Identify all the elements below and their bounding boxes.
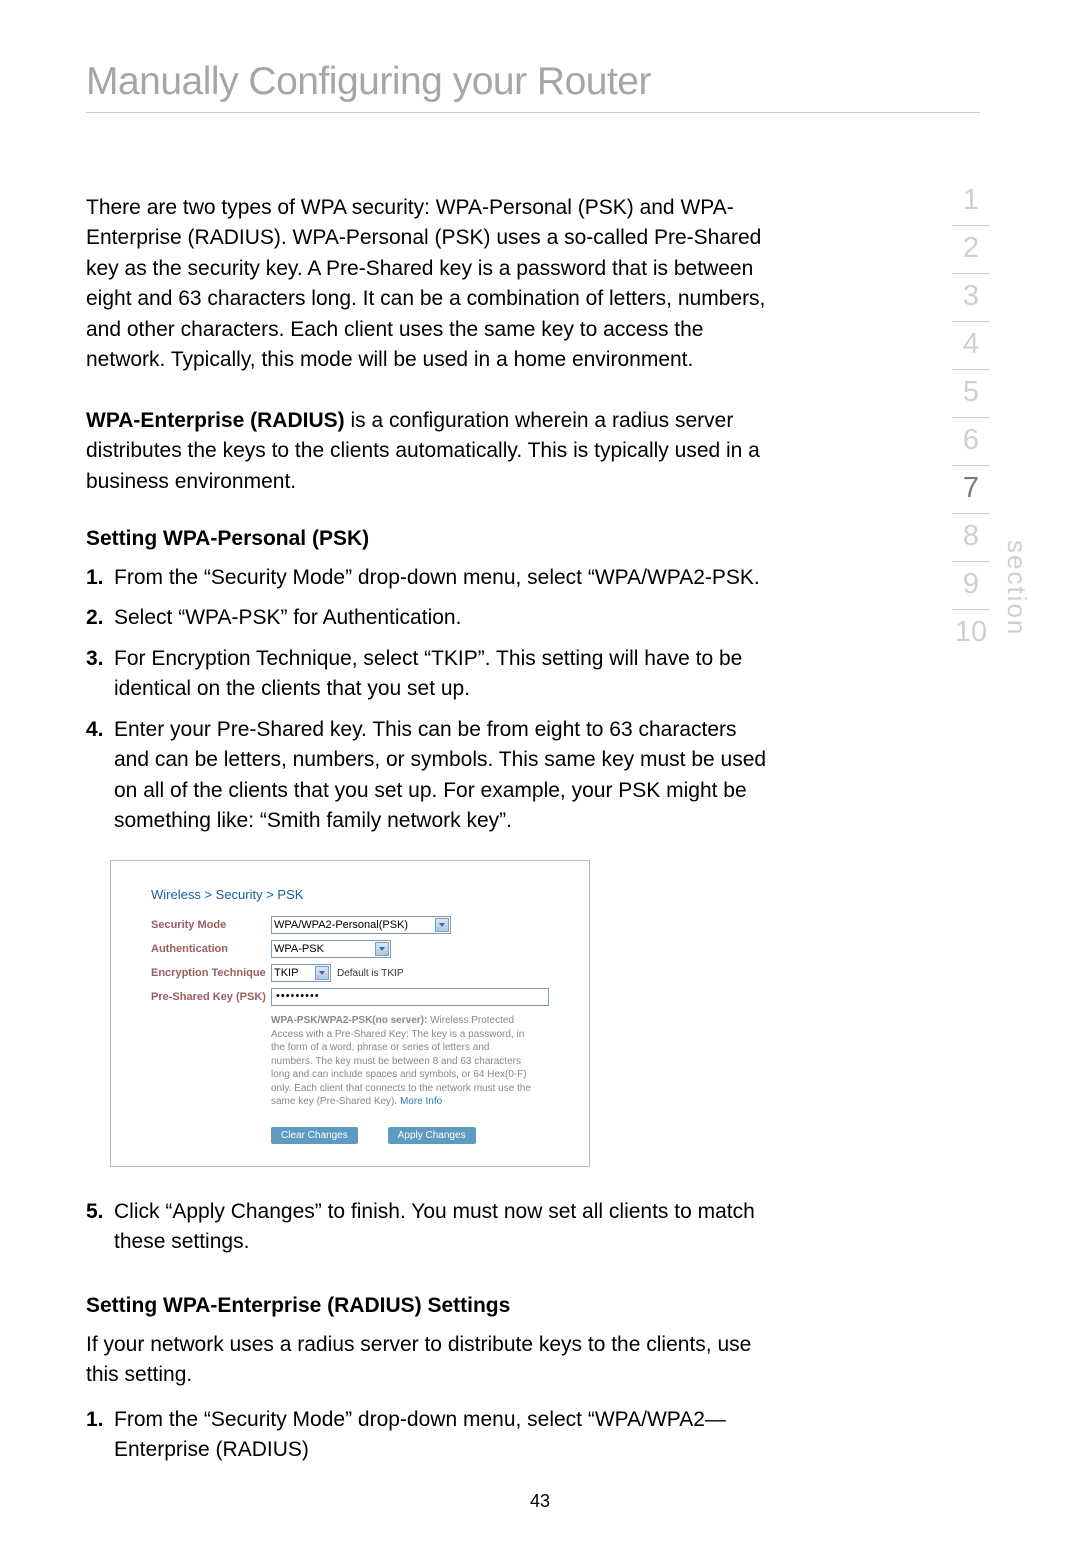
label-authentication: Authentication <box>151 943 271 955</box>
step-1-text: From the “Security Mode” drop-down menu,… <box>114 566 760 589</box>
psk-help-rest: Wireless Protected Access with a Pre-Sha… <box>271 1015 531 1107</box>
chevron-down-icon <box>435 918 449 932</box>
nav-3[interactable]: 3 <box>952 274 990 322</box>
select-authentication[interactable]: WPA-PSK <box>271 940 391 958</box>
encryption-default-note: Default is TKIP <box>337 968 404 979</box>
step-2: 2.Select “WPA-PSK” for Authentication. <box>86 603 776 633</box>
chevron-down-icon <box>375 942 389 956</box>
heading-radius: Setting WPA-Enterprise (RADIUS) Settings <box>86 1294 980 1318</box>
section-nav: 1 2 3 4 5 6 7 8 9 10 <box>952 178 990 657</box>
nav-4[interactable]: 4 <box>952 322 990 370</box>
select-authentication-value: WPA-PSK <box>274 943 324 955</box>
nav-9[interactable]: 9 <box>952 562 990 610</box>
more-info-link[interactable]: More Info <box>400 1096 442 1107</box>
radius-step-1: 1.From the “Security Mode” drop-down men… <box>86 1405 776 1466</box>
nav-10[interactable]: 10 <box>952 610 990 657</box>
config-panel: Wireless > Security > PSK Security Mode … <box>110 860 590 1167</box>
page-number: 43 <box>0 1491 1080 1512</box>
nav-6[interactable]: 6 <box>952 418 990 466</box>
radius-step-1-text: From the “Security Mode” drop-down menu,… <box>114 1408 726 1461</box>
nav-7-current[interactable]: 7 <box>952 466 990 514</box>
radius-intro: If your network uses a radius server to … <box>86 1330 776 1391</box>
step-5-text: Click “Apply Changes” to finish. You mus… <box>114 1200 755 1253</box>
psk-help-bold: WPA-PSK/WPA2-PSK(no server): <box>271 1015 427 1026</box>
psk-help-text: WPA-PSK/WPA2-PSK(no server): Wireless Pr… <box>271 1014 531 1109</box>
wpa-enterprise-paragraph: WPA-Enterprise (RADIUS) is a configurati… <box>86 406 776 497</box>
select-encryption-value: TKIP <box>274 967 298 979</box>
select-security-mode-value: WPA/WPA2-Personal(PSK) <box>274 919 408 931</box>
nav-1[interactable]: 1 <box>952 178 990 226</box>
apply-changes-button[interactable]: Apply Changes <box>388 1127 476 1144</box>
step-2-text: Select “WPA-PSK” for Authentication. <box>114 606 461 629</box>
wpa-enterprise-label: WPA-Enterprise (RADIUS) <box>86 409 345 432</box>
label-security-mode: Security Mode <box>151 919 271 931</box>
nav-5[interactable]: 5 <box>952 370 990 418</box>
step-4: 4.Enter your Pre-Shared key. This can be… <box>86 715 776 837</box>
step-1: 1.From the “Security Mode” drop-down men… <box>86 563 776 593</box>
label-psk: Pre-Shared Key (PSK) <box>151 991 271 1003</box>
label-encryption: Encryption Technique <box>151 967 271 979</box>
nav-8[interactable]: 8 <box>952 514 990 562</box>
step-3-text: For Encryption Technique, select “TKIP”.… <box>114 647 742 700</box>
step-4-text: Enter your Pre-Shared key. This can be f… <box>114 718 766 832</box>
chevron-down-icon <box>315 966 329 980</box>
breadcrumb: Wireless > Security > PSK <box>151 887 549 902</box>
heading-psk: Setting WPA-Personal (PSK) <box>86 527 980 551</box>
select-encryption[interactable]: TKIP <box>271 964 331 982</box>
step-3: 3.For Encryption Technique, select “TKIP… <box>86 644 776 705</box>
intro-paragraph: There are two types of WPA security: WPA… <box>86 193 776 376</box>
step-5: 5.Click “Apply Changes” to finish. You m… <box>86 1197 776 1258</box>
select-security-mode[interactable]: WPA/WPA2-Personal(PSK) <box>271 916 451 934</box>
section-label: section <box>1001 540 1032 636</box>
clear-changes-button[interactable]: Clear Changes <box>271 1127 358 1144</box>
psk-input[interactable]: ••••••••• <box>271 988 549 1006</box>
nav-2[interactable]: 2 <box>952 226 990 274</box>
page-title: Manually Configuring your Router <box>86 60 980 104</box>
